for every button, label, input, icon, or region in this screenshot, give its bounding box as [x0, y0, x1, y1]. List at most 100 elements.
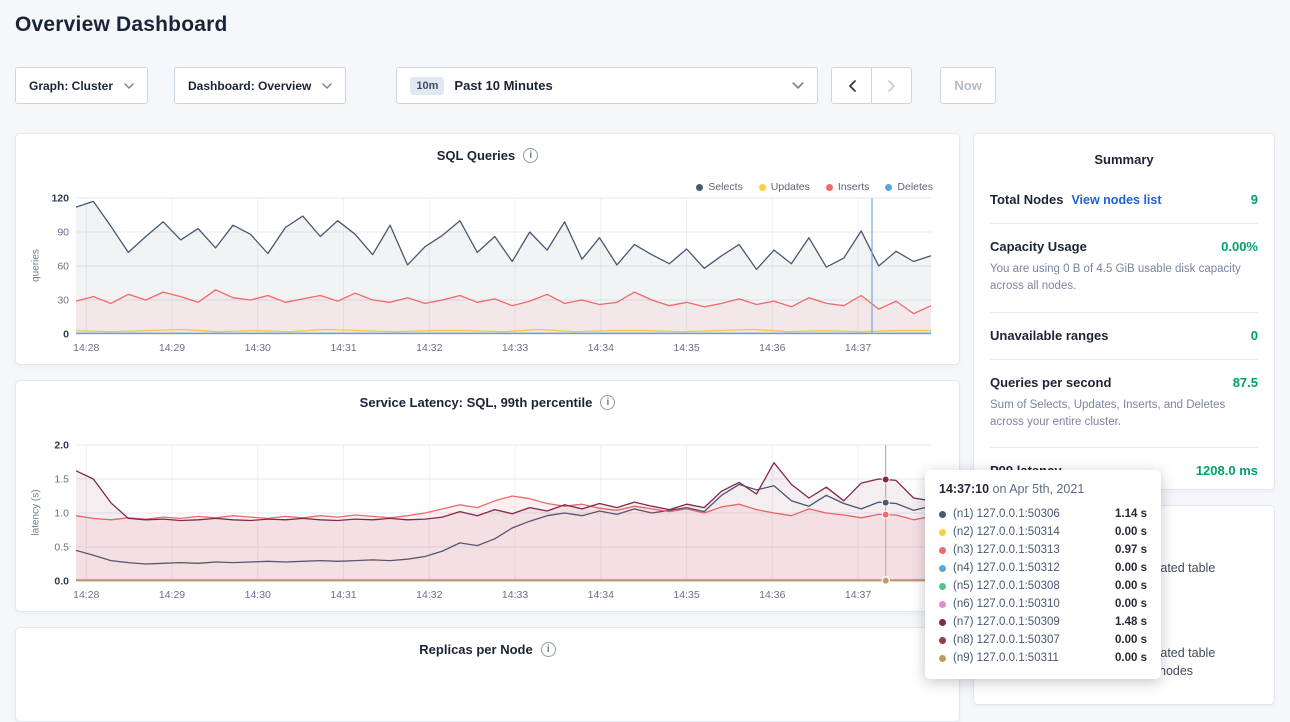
svg-text:14:32: 14:32: [416, 589, 442, 601]
tooltip-row: (n1) 127.0.0.1:50306 1.14 s: [939, 505, 1147, 523]
chart-tooltip: 14:37:10 on Apr 5th, 2021 (n1) 127.0.0.1…: [925, 470, 1161, 679]
sql-queries-chart[interactable]: 14:2814:2914:3014:3114:3214:3314:3414:35…: [34, 192, 939, 356]
tooltip-node: (n4) 127.0.0.1:50312: [953, 562, 1060, 574]
tooltip-header: 14:37:10 on Apr 5th, 2021: [939, 482, 1147, 496]
tooltip-value: 1.14 s: [1115, 508, 1147, 520]
chevron-down-icon: [322, 83, 332, 89]
tooltip-value: 0.00 s: [1115, 652, 1147, 664]
svg-text:60: 60: [57, 261, 69, 273]
node-color-dot: [939, 655, 946, 662]
tooltip-value: 0.00 s: [1115, 526, 1147, 538]
svg-text:14:36: 14:36: [759, 342, 785, 354]
svg-text:0.0: 0.0: [54, 576, 69, 588]
dashboard-dropdown[interactable]: Dashboard: Overview: [174, 67, 346, 104]
svg-text:14:34: 14:34: [588, 342, 614, 354]
svg-text:14:29: 14:29: [159, 342, 185, 354]
svg-text:14:28: 14:28: [73, 589, 99, 601]
tooltip-value: 0.00 s: [1115, 598, 1147, 610]
svg-text:2.0: 2.0: [54, 440, 69, 452]
svg-text:14:32: 14:32: [416, 342, 442, 354]
node-color-dot: [939, 619, 946, 626]
node-color-dot: [939, 601, 946, 608]
tooltip-value: 0.00 s: [1115, 580, 1147, 592]
node-color-dot: [939, 547, 946, 554]
time-prev-button[interactable]: [831, 67, 872, 104]
info-icon[interactable]: i: [541, 642, 556, 657]
svg-text:14:33: 14:33: [502, 589, 528, 601]
summary-label: Unavailable ranges: [990, 328, 1109, 343]
graph-dropdown-label: Graph: Cluster: [29, 79, 113, 93]
tooltip-row: (n4) 127.0.0.1:50312 0.00 s: [939, 559, 1147, 577]
chevron-down-icon: [792, 82, 804, 89]
page-title: Overview Dashboard: [15, 13, 228, 37]
time-next-button: [871, 67, 912, 104]
svg-text:14:34: 14:34: [588, 589, 614, 601]
service-latency-panel: Service Latency: SQL, 99th percentile i …: [15, 380, 960, 612]
svg-text:30: 30: [57, 295, 69, 307]
summary-row-capacity-usage: Capacity Usage 0.00% You are using 0 B o…: [990, 224, 1258, 313]
tooltip-node: (n8) 127.0.0.1:50307: [953, 634, 1060, 646]
tooltip-node: (n5) 127.0.0.1:50308: [953, 580, 1060, 592]
summary-value: 0.00%: [1221, 239, 1258, 254]
summary-row-unavailable-ranges: Unavailable ranges 0: [990, 313, 1258, 360]
sql-queries-title: SQL Queries: [437, 148, 516, 163]
chevron-right-icon: [888, 80, 896, 92]
service-latency-title: Service Latency: SQL, 99th percentile: [360, 395, 593, 410]
tooltip-time: 14:37:10: [939, 482, 989, 496]
tooltip-row: (n9) 127.0.0.1:50311 0.00 s: [939, 649, 1147, 667]
tooltip-node: (n1) 127.0.0.1:50306: [953, 508, 1060, 520]
svg-text:120: 120: [51, 193, 69, 205]
summary-label: Total Nodes: [990, 192, 1063, 207]
chart-title-row: Service Latency: SQL, 99th percentile i: [16, 395, 959, 410]
chart-title-row: Replicas per Node i: [16, 642, 959, 657]
svg-text:14:28: 14:28: [73, 342, 99, 354]
info-icon[interactable]: i: [523, 148, 538, 163]
summary-description: Sum of Selects, Updates, Inserts, and De…: [990, 397, 1258, 432]
node-color-dot: [939, 583, 946, 590]
replicas-per-node-title: Replicas per Node: [419, 642, 532, 657]
svg-text:0.5: 0.5: [54, 542, 69, 554]
svg-text:0: 0: [63, 329, 69, 341]
tooltip-value: 0.97 s: [1115, 544, 1147, 556]
summary-value: 87.5: [1233, 375, 1258, 390]
tooltip-row: (n5) 127.0.0.1:50308 0.00 s: [939, 577, 1147, 595]
legend-dot: [696, 184, 703, 191]
legend-dot: [759, 184, 766, 191]
event-item[interactable]: nodes: [1159, 664, 1193, 678]
chevron-down-icon: [124, 83, 134, 89]
chart-title-row: SQL Queries i: [16, 148, 959, 163]
tooltip-value: 0.00 s: [1115, 634, 1147, 646]
view-nodes-list-link[interactable]: View nodes list: [1071, 193, 1161, 207]
svg-text:14:37: 14:37: [845, 342, 871, 354]
tooltip-row: (n6) 127.0.0.1:50310 0.00 s: [939, 595, 1147, 613]
time-range-dropdown[interactable]: 10m Past 10 Minutes: [396, 67, 818, 104]
svg-text:14:35: 14:35: [673, 342, 699, 354]
svg-text:14:30: 14:30: [245, 342, 271, 354]
node-color-dot: [939, 511, 946, 518]
svg-text:90: 90: [57, 227, 69, 239]
summary-value: 1208.0 ms: [1196, 463, 1258, 478]
replicas-per-node-panel: Replicas per Node i: [15, 627, 960, 722]
tooltip-row: (n7) 127.0.0.1:50309 1.48 s: [939, 613, 1147, 631]
summary-label: Capacity Usage: [990, 239, 1087, 254]
legend-dot: [826, 184, 833, 191]
summary-description: You are using 0 B of 4.5 GiB usable disk…: [990, 261, 1258, 296]
summary-row-total-nodes: Total Nodes View nodes list 9: [990, 177, 1258, 224]
dashboard-dropdown-label: Dashboard: Overview: [188, 79, 311, 93]
svg-text:1.5: 1.5: [54, 474, 69, 486]
svg-text:14:31: 14:31: [330, 342, 356, 354]
svg-text:14:30: 14:30: [245, 589, 271, 601]
svg-text:14:29: 14:29: [159, 589, 185, 601]
svg-text:1.0: 1.0: [54, 508, 69, 520]
node-color-dot: [939, 529, 946, 536]
tooltip-node: (n3) 127.0.0.1:50313: [953, 544, 1060, 556]
tooltip-date: on Apr 5th, 2021: [993, 482, 1085, 496]
node-color-dot: [939, 565, 946, 572]
tooltip-node: (n2) 127.0.0.1:50314: [953, 526, 1060, 538]
graph-dropdown[interactable]: Graph: Cluster: [15, 67, 148, 104]
service-latency-chart[interactable]: 14:2814:2914:3014:3114:3214:3314:3414:35…: [34, 439, 939, 603]
summary-panel: Summary Total Nodes View nodes list 9 Ca…: [973, 133, 1275, 490]
svg-text:14:36: 14:36: [759, 589, 785, 601]
info-icon[interactable]: i: [600, 395, 615, 410]
tooltip-row: (n2) 127.0.0.1:50314 0.00 s: [939, 523, 1147, 541]
